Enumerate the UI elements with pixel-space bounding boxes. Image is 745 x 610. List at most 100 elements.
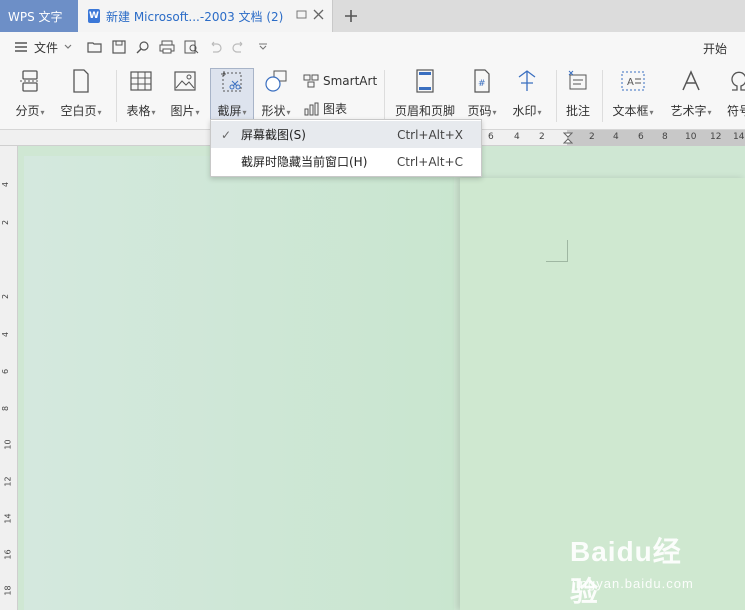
ruler-mark: 4 xyxy=(514,132,520,142)
baidu-watermark: Baidu经验 jingyan.baidu.com xyxy=(570,530,710,607)
svg-text:A: A xyxy=(627,77,634,88)
menu-item-screen-capture[interactable]: ✓ 屏幕截图(S) Ctrl+Alt+X xyxy=(211,121,481,148)
shape-icon xyxy=(264,68,288,94)
chevron-down-icon xyxy=(64,44,72,49)
document-tab[interactable]: W 新建 Microsoft...-2003 文档 (2) xyxy=(78,0,333,32)
watermark-url: jingyan.baidu.com xyxy=(572,576,694,591)
watermark-button[interactable]: 水印▾ xyxy=(510,68,544,119)
shape-button[interactable]: 形状▾ xyxy=(258,68,294,119)
screenshot-button[interactable]: 截屏▾ xyxy=(210,68,254,120)
blank-page-button[interactable]: 空白页▾ xyxy=(58,68,104,119)
header-footer-button[interactable]: 页眉和页脚 xyxy=(394,68,456,119)
picture-button[interactable]: 图片▾ xyxy=(168,68,202,119)
svg-text:#: # xyxy=(478,79,486,89)
ruler-mark: 12 xyxy=(710,132,722,142)
plus-icon xyxy=(345,10,357,22)
symbol-button[interactable]: 符号 xyxy=(724,68,745,119)
page-break-button[interactable]: 分页▾ xyxy=(12,68,48,119)
undo-icon[interactable] xyxy=(206,38,224,56)
smartart-icon xyxy=(303,74,319,88)
document-tab-label: 新建 Microsoft...-2003 文档 (2) xyxy=(106,9,284,24)
file-menu-label: 文件 xyxy=(34,40,59,55)
symbol-icon xyxy=(727,68,745,94)
page-number-label: 页码 xyxy=(467,104,492,118)
table-label: 表格 xyxy=(126,104,151,118)
ruler-mark: 6 xyxy=(488,132,494,142)
ruler-mark: 10 xyxy=(3,439,13,450)
ruler-mark: 2 xyxy=(539,132,545,142)
comment-button[interactable]: 批注 xyxy=(564,68,592,119)
textbox-button[interactable]: A 文本框▾ xyxy=(610,68,656,119)
restore-icon[interactable] xyxy=(296,9,307,23)
chart-button[interactable]: 图表 xyxy=(303,100,347,117)
menu-item-label: 屏幕截图(S) xyxy=(241,128,306,142)
ruler-mark: 8 xyxy=(1,405,11,412)
menu-item-shortcut: Ctrl+Alt+X xyxy=(397,127,463,142)
indent-marker-icon[interactable] xyxy=(562,132,574,147)
ruler-mark: 2 xyxy=(1,293,11,300)
wordart-icon xyxy=(679,68,703,94)
watermark-label: 水印 xyxy=(512,104,537,118)
close-tab-icon[interactable] xyxy=(313,9,324,23)
header-footer-icon xyxy=(413,68,437,94)
menu-item-label: 截屏时隐藏当前窗口(H) xyxy=(241,155,368,169)
picture-label: 图片 xyxy=(170,104,195,118)
word-doc-icon: W xyxy=(88,9,100,23)
title-bar: WPS 文字 W 新建 Microsoft...-2003 文档 (2) xyxy=(0,0,745,32)
ruler-mark: 14 xyxy=(733,132,745,142)
ruler-mark: 4 xyxy=(613,132,619,142)
chart-label: 图表 xyxy=(323,102,348,116)
ruler-mark: 2 xyxy=(589,132,595,142)
save-icon[interactable] xyxy=(110,38,128,56)
wordart-label: 艺术字 xyxy=(670,104,707,118)
page-break-label: 分页 xyxy=(15,104,40,118)
menu-item-shortcut: Ctrl+Alt+C xyxy=(396,154,463,169)
table-icon xyxy=(129,68,153,94)
open-folder-icon[interactable] xyxy=(86,38,104,56)
screenshot-label: 截屏 xyxy=(217,104,242,118)
tab-start[interactable]: 开始 xyxy=(703,40,727,57)
ruler-mark: 6 xyxy=(638,132,644,142)
ruler-mark: 6 xyxy=(1,368,11,375)
blank-page-icon xyxy=(69,68,93,94)
ruler-mark: 18 xyxy=(3,585,13,596)
print-icon[interactable] xyxy=(158,38,176,56)
blank-page-label: 空白页 xyxy=(60,104,97,118)
add-tab-button[interactable] xyxy=(333,0,369,32)
vertical-ruler[interactable]: 4 2 2 4 6 8 10 12 14 16 18 xyxy=(0,146,18,610)
quick-access-dropdown-icon[interactable] xyxy=(254,38,272,56)
page-number-icon: # xyxy=(470,68,494,94)
file-menu-button[interactable]: 文件 xyxy=(14,39,72,56)
app-tab-label: WPS 文字 xyxy=(8,9,63,24)
smartart-button[interactable]: SmartArt xyxy=(303,74,377,88)
redo-icon[interactable] xyxy=(230,38,248,56)
watermark-icon xyxy=(515,68,539,94)
find-icon[interactable] xyxy=(134,38,152,56)
comment-label: 批注 xyxy=(565,104,590,118)
watermark-brand: Baidu经验 xyxy=(570,536,682,607)
table-button[interactable]: 表格▾ xyxy=(124,68,158,119)
ribbon-separator xyxy=(384,70,385,122)
canvas-background xyxy=(24,156,454,610)
menu-bar: 文件 开始 xyxy=(0,32,745,62)
app-tab[interactable]: WPS 文字 xyxy=(0,0,78,32)
picture-icon xyxy=(173,68,197,94)
print-preview-icon[interactable] xyxy=(182,38,200,56)
header-footer-label: 页眉和页脚 xyxy=(394,104,455,118)
ruler-mark: 16 xyxy=(3,549,13,560)
menu-item-hide-window[interactable]: 截屏时隐藏当前窗口(H) Ctrl+Alt+C xyxy=(211,148,481,175)
ribbon-separator xyxy=(602,70,603,122)
ribbon-separator xyxy=(116,70,117,122)
page-number-button[interactable]: # 页码▾ xyxy=(465,68,499,119)
ruler-mark: 2 xyxy=(1,219,11,226)
ruler-mark: 4 xyxy=(1,181,11,188)
check-icon: ✓ xyxy=(220,127,232,142)
ribbon-separator xyxy=(556,70,557,122)
margin-corner-mark xyxy=(546,240,568,262)
ruler-mark: 8 xyxy=(662,132,668,142)
wordart-button[interactable]: 艺术字▾ xyxy=(666,68,716,119)
comment-icon xyxy=(566,68,590,94)
screenshot-dropdown-menu: ✓ 屏幕截图(S) Ctrl+Alt+X 截屏时隐藏当前窗口(H) Ctrl+A… xyxy=(210,119,482,177)
hamburger-icon xyxy=(15,42,27,52)
textbox-label: 文本框 xyxy=(612,104,649,118)
